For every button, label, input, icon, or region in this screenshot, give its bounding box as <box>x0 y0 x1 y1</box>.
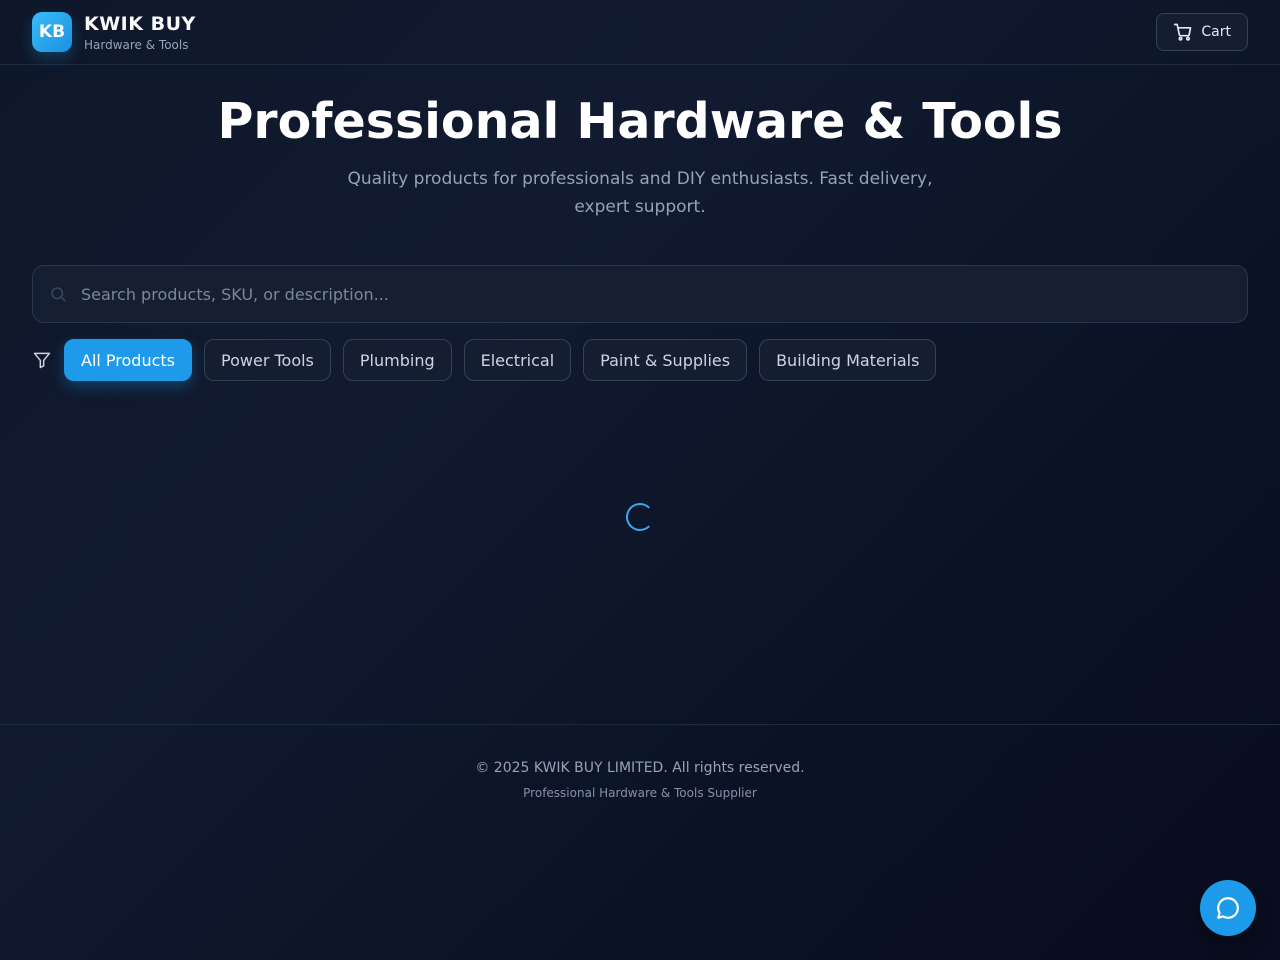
brand[interactable]: KB KWIK BUY Hardware & Tools <box>32 12 196 52</box>
footer-copyright: © 2025 KWIK BUY LIMITED. All rights rese… <box>475 760 805 776</box>
category-chip-plumbing[interactable]: Plumbing <box>342 339 452 381</box>
site-footer: © 2025 KWIK BUY LIMITED. All rights rese… <box>0 724 1280 834</box>
page-title: Professional Hardware & Tools <box>217 93 1063 150</box>
search-icon <box>51 287 66 302</box>
chat-icon <box>1217 897 1239 919</box>
site-header: KB KWIK BUY Hardware & Tools Cart <box>0 0 1280 65</box>
category-filters: All Products Power Tools Plumbing Electr… <box>32 339 937 381</box>
category-chip-paint-supplies[interactable]: Paint & Supplies <box>583 339 748 381</box>
category-chip-all-products[interactable]: All Products <box>64 339 193 381</box>
filter-icon <box>33 352 51 369</box>
cart-button[interactable]: Cart <box>1156 13 1248 51</box>
hero: Professional Hardware & Tools Quality pr… <box>0 65 1280 221</box>
category-chip-electrical[interactable]: Electrical <box>463 339 572 381</box>
brand-text: KWIK BUY Hardware & Tools <box>84 13 196 52</box>
category-chip-building-materials[interactable]: Building Materials <box>759 339 937 381</box>
search-input[interactable] <box>81 284 1231 304</box>
logo: KB <box>32 12 72 52</box>
hero-subtitle: Quality products for professionals and D… <box>347 169 933 217</box>
search-bar[interactable] <box>32 265 1248 323</box>
loading-spinner-icon <box>626 503 654 531</box>
category-chip-power-tools[interactable]: Power Tools <box>204 339 331 381</box>
brand-name: KWIK BUY <box>84 12 196 35</box>
cart-icon <box>1174 23 1192 41</box>
chat-button[interactable] <box>1200 880 1256 936</box>
footer-tagline: Professional Hardware & Tools Supplier <box>523 786 757 800</box>
cart-label: Cart <box>1201 24 1231 40</box>
brand-subtitle: Hardware & Tools <box>84 37 189 52</box>
